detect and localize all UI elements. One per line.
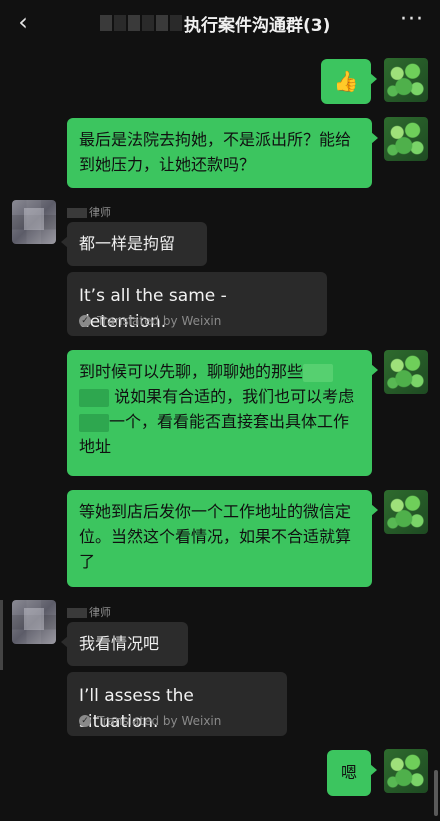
translated-by-label: Translated by Weixin — [97, 714, 222, 728]
back-button[interactable]: ‹ — [8, 6, 38, 38]
translation-card[interactable]: It’s all the same - detention. ✓ Transla… — [67, 272, 327, 336]
redacted-title-prefix — [100, 15, 182, 31]
sender-suffix: 律师 — [89, 206, 111, 219]
message-text: 嗯 — [340, 763, 357, 782]
message-bubble-outgoing[interactable]: 嗯 — [327, 750, 377, 796]
translation-meta: ✓ Translated by Weixin — [79, 314, 221, 328]
message-bubble-outgoing[interactable]: 等她到店后发你一个工作地址的微信定位。当然这个看情况，如果不合适就算了 — [67, 490, 378, 587]
thumbs-up-icon: 👍 — [333, 69, 359, 93]
message-text: 最后是法院去拘她，不是派出所？能给到她压力，让她还款吗？ — [79, 130, 352, 174]
sender-suffix: 律师 — [89, 606, 111, 619]
message-bubble-outgoing[interactable]: 最后是法院去拘她，不是派出所？能给到她压力，让她还款吗？ — [67, 118, 378, 188]
sender-name: 律师 — [67, 204, 111, 220]
message-text-part1: 到时候可以先聊，聊聊她的那些 — [79, 362, 304, 381]
more-horizontal-icon: ··· — [400, 7, 424, 32]
message-text-part3: 一个，看看能否直接套出具体工作地址 — [79, 412, 350, 456]
redacted-name — [67, 608, 87, 618]
message-text: 都一样是拘留 — [79, 234, 176, 253]
chat-header: ‹ 执行案件沟通群(3) ··· — [0, 0, 440, 44]
check-circle-icon: ✓ — [79, 315, 91, 327]
redacted-text — [79, 413, 109, 432]
chat-title: 执行案件沟通群(3) — [184, 15, 331, 36]
message-bubble-outgoing[interactable]: 到时候可以先聊，聊聊她的那些 说如果有合适的，我们也可以考虑一个，看看能否直接套… — [67, 350, 378, 476]
my-avatar[interactable] — [384, 749, 428, 793]
check-circle-icon: ✓ — [79, 715, 91, 727]
message-text-part2: 说如果有合适的，我们也可以考虑 — [114, 387, 355, 406]
chat-title-wrap: 执行案件沟通群(3) — [100, 10, 350, 36]
more-button[interactable]: ··· — [400, 7, 424, 32]
my-avatar[interactable] — [384, 490, 428, 534]
message-text: 等她到店后发你一个工作地址的微信定位。当然这个看情况，如果不合适就算了 — [79, 502, 352, 571]
translated-by-label: Translated by Weixin — [97, 314, 222, 328]
my-avatar[interactable] — [384, 117, 428, 161]
lawyer-avatar[interactable] — [12, 600, 56, 644]
message-bubble-incoming[interactable]: 我看情况吧 — [61, 622, 188, 666]
chevron-left-icon: ‹ — [18, 8, 28, 36]
message-bubble-outgoing[interactable]: 👍 — [321, 59, 377, 104]
my-avatar[interactable] — [384, 58, 428, 102]
side-indicator — [0, 600, 3, 670]
message-text: 我看情况吧 — [79, 634, 160, 653]
scrollbar[interactable] — [434, 770, 438, 816]
my-avatar[interactable] — [384, 350, 428, 394]
lawyer-avatar[interactable] — [12, 200, 56, 244]
redacted-name — [67, 208, 87, 218]
sender-name: 律师 — [67, 604, 111, 620]
redacted-text — [303, 363, 334, 382]
redacted-text — [79, 388, 109, 407]
message-bubble-incoming[interactable]: 都一样是拘留 — [61, 222, 207, 266]
translation-meta: ✓ Translated by Weixin — [79, 714, 221, 728]
translation-card[interactable]: I’ll assess the situation. ✓ Translated … — [67, 672, 287, 736]
